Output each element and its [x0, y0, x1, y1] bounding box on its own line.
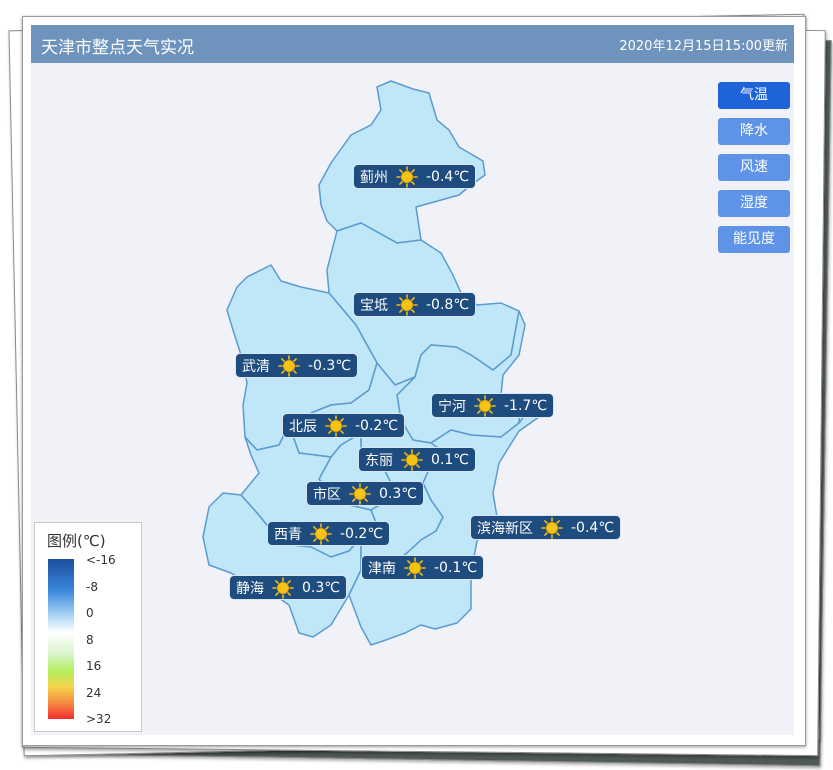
- district-jizhou: [318, 80, 486, 244]
- sunny-icon: [396, 293, 418, 316]
- station-name: 武清: [242, 358, 270, 375]
- sunny-icon: [349, 482, 371, 505]
- legend-title: 图例(℃): [47, 532, 106, 550]
- layer-button-visibility[interactable]: 能见度: [718, 226, 790, 253]
- station-name: 北辰: [289, 418, 317, 435]
- station-temperature: -0.8℃: [426, 296, 470, 313]
- station-label-baodi[interactable]: 宝坻 -0.8℃: [353, 292, 477, 317]
- tianjin-map: [202, 80, 554, 646]
- sunny-icon: [325, 414, 347, 437]
- layer-button-wind-speed[interactable]: 风速: [718, 154, 790, 181]
- station-name: 西青: [274, 526, 302, 543]
- station-name: 市区: [313, 486, 341, 503]
- station-temperature: -0.2℃: [340, 525, 384, 542]
- sunny-icon: [401, 448, 423, 471]
- sunny-icon: [396, 165, 418, 188]
- legend-tick: 8: [86, 633, 94, 647]
- temperature-legend: 图例(℃) <-16 -8 0 8 16 24 >32: [34, 522, 142, 732]
- station-label-wuqing[interactable]: 武清 -0.3℃: [235, 353, 359, 378]
- station-name: 宝坻: [360, 297, 388, 314]
- station-name: 滨海新区: [477, 520, 533, 537]
- sunny-icon: [404, 556, 426, 579]
- sunny-icon: [310, 522, 332, 545]
- station-label-ninghe[interactable]: 宁河 -1.7℃: [431, 393, 555, 418]
- layer-button-humidity[interactable]: 湿度: [718, 190, 790, 217]
- station-name: 蓟州: [360, 169, 388, 186]
- legend-color-bar: [48, 559, 74, 719]
- station-temperature: -0.1℃: [434, 559, 478, 576]
- station-name: 宁河: [438, 398, 466, 415]
- header-bar: 天津市整点天气实况 2020年12月15日15:00更新: [31, 25, 794, 63]
- sunny-icon: [541, 516, 563, 539]
- layer-button-precipitation[interactable]: 降水: [718, 118, 790, 145]
- legend-tick: >32: [86, 712, 112, 726]
- legend-tick: 0: [86, 606, 94, 620]
- station-label-jinghai[interactable]: 静海 0.3℃: [229, 575, 347, 600]
- legend-tick: <-16: [86, 553, 116, 567]
- station-name: 津南: [368, 560, 396, 577]
- station-temperature: -0.4℃: [571, 519, 615, 536]
- sunny-icon: [474, 394, 496, 417]
- station-temperature: -1.7℃: [504, 397, 548, 414]
- sunny-icon: [278, 354, 300, 377]
- station-label-urban[interactable]: 市区 0.3℃: [306, 481, 424, 506]
- station-label-jizhou[interactable]: 蓟州 -0.4℃: [353, 164, 477, 189]
- layer-button-temperature[interactable]: 气温: [718, 82, 790, 109]
- station-name: 静海: [236, 580, 264, 597]
- station-label-beichen[interactable]: 北辰 -0.2℃: [282, 413, 406, 438]
- station-label-binhai[interactable]: 滨海新区 -0.4℃: [470, 515, 622, 540]
- station-temperature: -0.4℃: [426, 168, 470, 185]
- sunny-icon: [272, 576, 294, 599]
- station-temperature: 0.3℃: [302, 579, 340, 596]
- legend-tick: 16: [86, 659, 102, 673]
- station-temperature: -0.3℃: [308, 357, 352, 374]
- station-name: 东丽: [365, 452, 393, 469]
- page-title: 天津市整点天气实况: [41, 38, 194, 58]
- legend-tick: 24: [86, 686, 102, 700]
- station-label-xiqing[interactable]: 西青 -0.2℃: [267, 521, 391, 546]
- station-temperature: 0.1℃: [431, 451, 469, 468]
- station-temperature: -0.2℃: [355, 417, 399, 434]
- weather-card: 天津市整点天气实况 2020年12月15日15:00更新 气温 降水 风速 湿度…: [22, 16, 806, 746]
- map-panel: 天津市整点天气实况 2020年12月15日15:00更新 气温 降水 风速 湿度…: [31, 25, 794, 735]
- station-label-jinnan[interactable]: 津南 -0.1℃: [361, 555, 485, 580]
- station-temperature: 0.3℃: [379, 485, 417, 502]
- update-time: 2020年12月15日15:00更新: [619, 39, 788, 54]
- station-label-dongli[interactable]: 东丽 0.1℃: [358, 447, 476, 472]
- legend-tick: -8: [86, 580, 98, 594]
